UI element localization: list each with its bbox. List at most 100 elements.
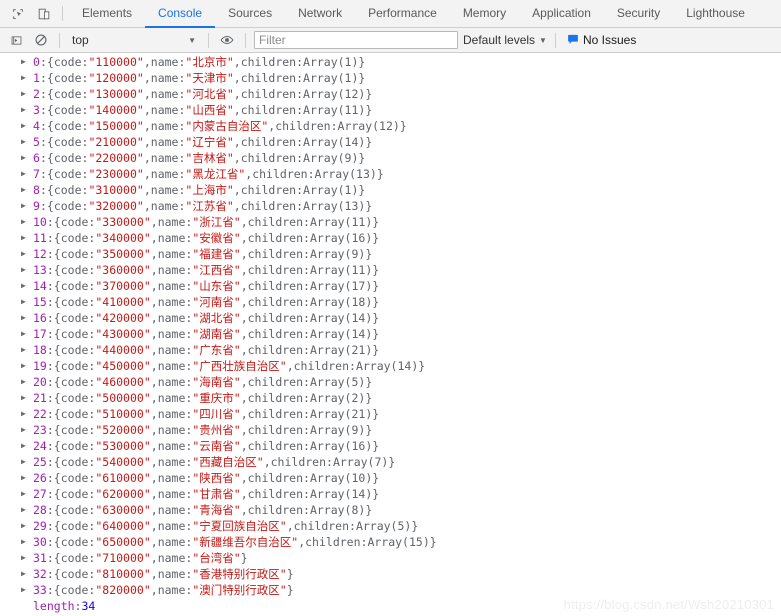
expand-arrow-icon[interactable]: ▶: [21, 454, 33, 470]
expand-arrow-icon[interactable]: ▶: [21, 118, 33, 134]
tab-memory[interactable]: Memory: [450, 0, 519, 28]
console-entry-row[interactable]: ▶ 17: {code: "430000", name: " 湖南省 ", child…: [0, 326, 781, 342]
tab-security[interactable]: Security: [604, 0, 673, 28]
console-entry-row[interactable]: ▶ 18: {code: "440000", name: " 广东省 ", child…: [0, 342, 781, 358]
console-entry-row[interactable]: ▶ 29: {code: "640000", name: " 宁夏回族自治区 ", c…: [0, 518, 781, 534]
console-toolbar: top ▼ Default levels ▼ No Issues: [0, 28, 781, 53]
log-levels-label: Default levels: [463, 33, 536, 47]
expand-arrow-icon[interactable]: ▶: [21, 198, 33, 214]
expand-arrow-icon[interactable]: ▶: [21, 390, 33, 406]
console-entry-row[interactable]: ▶ 19: {code: "450000", name: " 广西壮族自治区 ", c…: [0, 358, 781, 374]
console-entry-row[interactable]: ▶ 21: {code: "500000", name: " 重庆市 ", child…: [0, 390, 781, 406]
inspect-element-icon[interactable]: [8, 4, 28, 24]
expand-arrow-icon[interactable]: ▶: [21, 566, 33, 582]
tab-console[interactable]: Console: [145, 0, 216, 28]
console-entry-row[interactable]: ▶ 27: {code: "620000", name: " 甘肃省 ", child…: [0, 486, 781, 502]
console-entry-row[interactable]: ▶ 10: {code: "330000", name: " 浙江省 ", child…: [0, 214, 781, 230]
expand-arrow-icon[interactable]: ▶: [21, 230, 33, 246]
console-entry-row[interactable]: ▶ 7: {code: "230000", name: " 黑龙江省 ", child…: [0, 166, 781, 182]
expand-arrow-icon[interactable]: ▶: [21, 406, 33, 422]
expand-arrow-icon[interactable]: ▶: [21, 150, 33, 166]
console-entry-row[interactable]: ▶ 9: {code: "320000", name: " 江苏省 ", childr…: [0, 198, 781, 214]
console-entry-row[interactable]: ▶ 13: {code: "360000", name: " 江西省 ", child…: [0, 262, 781, 278]
tab-performance[interactable]: Performance: [355, 0, 450, 28]
devtools-tabbar: Elements Console Sources Network Perform…: [0, 0, 781, 28]
expand-arrow-icon[interactable]: ▶: [21, 182, 33, 198]
console-entry-row[interactable]: ▶ 26: {code: "610000", name: " 陕西省 ", child…: [0, 470, 781, 486]
console-entry-row[interactable]: ▶ 33: {code: "820000", name: " 澳门特别行政区 "}: [0, 582, 781, 598]
expand-arrow-icon[interactable]: ▶: [21, 134, 33, 150]
console-entry-row[interactable]: ▶ 4: {code: "150000", name: " 内蒙古自治区 ", chi…: [0, 118, 781, 134]
expand-arrow-icon[interactable]: ▶: [21, 534, 33, 550]
expand-arrow-icon[interactable]: ▶: [21, 422, 33, 438]
tab-application[interactable]: Application: [519, 0, 604, 28]
execution-context-icon[interactable]: [6, 31, 26, 50]
expand-arrow-icon[interactable]: ▶: [21, 342, 33, 358]
expand-arrow-icon[interactable]: ▶: [21, 550, 33, 566]
console-entry-row[interactable]: ▶ 14: {code: "370000", name: " 山东省 ", child…: [0, 278, 781, 294]
expand-arrow-icon[interactable]: ▶: [21, 54, 33, 70]
console-entry-row[interactable]: ▶ 2: {code: "130000", name: " 河北省 ", childr…: [0, 86, 781, 102]
log-levels-selector[interactable]: Default levels ▼: [463, 33, 547, 47]
devtools-tabs: Elements Console Sources Network Perform…: [69, 0, 758, 28]
expand-arrow-icon[interactable]: ▶: [21, 310, 33, 326]
console-entry-row[interactable]: ▶ 5: {code: "210000", name: " 辽宁省 ", childr…: [0, 134, 781, 150]
execution-context-value: top: [72, 33, 89, 47]
toolbar-separator-4: [554, 32, 556, 48]
expand-arrow-icon[interactable]: ▶: [21, 246, 33, 262]
console-entry-row[interactable]: ▶ 25: {code: "540000", name: " 西藏自治区 ", chi…: [0, 454, 781, 470]
tab-lighthouse[interactable]: Lighthouse: [673, 0, 758, 28]
expand-arrow-icon[interactable]: ▶: [21, 278, 33, 294]
tab-sources-label: Sources: [228, 6, 273, 20]
console-entry-row[interactable]: ▶ 11: {code: "340000", name: " 安徽省 ", child…: [0, 230, 781, 246]
expand-arrow-icon[interactable]: ▶: [21, 486, 33, 502]
console-entry-row[interactable]: ▶ 16: {code: "420000", name: " 湖北省 ", child…: [0, 310, 781, 326]
tab-network[interactable]: Network: [285, 0, 355, 28]
toolbar-separator-3: [245, 32, 246, 48]
console-entry-row[interactable]: ▶ 0: {code: "110000", name: " 北京市 ", childr…: [0, 54, 781, 70]
console-entry-row[interactable]: ▶ 31: {code: "710000", name: " 台湾省 "}: [0, 550, 781, 566]
toolbar-separator-1: [59, 32, 60, 48]
console-entry-row[interactable]: ▶ 32: {code: "810000", name: " 香港特别行政区 "}: [0, 566, 781, 582]
expand-arrow-icon[interactable]: ▶: [21, 358, 33, 374]
filter-input[interactable]: [254, 31, 458, 49]
expand-arrow-icon[interactable]: ▶: [21, 86, 33, 102]
console-entry-list: ▶ 0: {code: "110000", name: " 北京市 ", childr…: [0, 54, 781, 614]
issues-label: No Issues: [582, 33, 637, 47]
console-entry-row[interactable]: ▶ 15: {code: "410000", name: " 河南省 ", child…: [0, 294, 781, 310]
console-entry-row[interactable]: ▶ 23: {code: "520000", name: " 贵州省 ", child…: [0, 422, 781, 438]
tab-elements[interactable]: Elements: [69, 0, 145, 28]
console-entry-row[interactable]: ▶ 8: {code: "310000", name: " 上海市 ", childr…: [0, 182, 781, 198]
console-output[interactable]: ▶ 0: {code: "110000", name: " 北京市 ", childr…: [0, 53, 781, 615]
console-entry-row[interactable]: ▶ 28: {code: "630000", name: " 青海省 ", child…: [0, 502, 781, 518]
clear-console-icon[interactable]: [31, 31, 51, 50]
console-entry-row[interactable]: ▶ 6: {code: "220000", name: " 吉林省 ", childr…: [0, 150, 781, 166]
device-toolbar-icon[interactable]: [34, 4, 54, 24]
expand-arrow-icon[interactable]: ▶: [21, 374, 33, 390]
expand-arrow-icon[interactable]: ▶: [21, 262, 33, 278]
expand-arrow-icon[interactable]: ▶: [21, 70, 33, 86]
console-entry-row[interactable]: ▶ 30: {code: "650000", name: " 新疆维吾尔自治区 ", …: [0, 534, 781, 550]
expand-arrow-icon[interactable]: ▶: [21, 166, 33, 182]
console-entry-row[interactable]: ▶ 24: {code: "530000", name: " 云南省 ", child…: [0, 438, 781, 454]
console-entry-row[interactable]: ▶ 12: {code: "350000", name: " 福建省 ", child…: [0, 246, 781, 262]
watermark: https://blog.csdn.net/Wsh20210301: [563, 597, 774, 612]
expand-arrow-icon[interactable]: ▶: [21, 214, 33, 230]
console-entry-row[interactable]: ▶ 20: {code: "460000", name: " 海南省 ", child…: [0, 374, 781, 390]
execution-context-selector[interactable]: top ▼: [68, 31, 200, 50]
expand-arrow-icon[interactable]: ▶: [21, 294, 33, 310]
expand-arrow-icon[interactable]: ▶: [21, 470, 33, 486]
console-entry-row[interactable]: ▶ 1: {code: "120000", name: " 天津市 ", childr…: [0, 70, 781, 86]
expand-arrow-icon[interactable]: ▶: [21, 326, 33, 342]
live-expression-icon[interactable]: [217, 31, 237, 50]
console-entry-row[interactable]: ▶ 22: {code: "510000", name: " 四川省 ", child…: [0, 406, 781, 422]
expand-arrow-icon[interactable]: ▶: [21, 518, 33, 534]
tab-sources[interactable]: Sources: [215, 0, 285, 28]
expand-arrow-icon[interactable]: ▶: [21, 582, 33, 598]
expand-arrow-icon[interactable]: ▶: [21, 438, 33, 454]
issues-button[interactable]: No Issues: [564, 32, 639, 49]
expand-arrow-icon[interactable]: ▶: [21, 102, 33, 118]
expand-arrow-icon[interactable]: ▶: [21, 502, 33, 518]
console-entry-row[interactable]: ▶ 3: {code: "140000", name: " 山西省 ", childr…: [0, 102, 781, 118]
chevron-down-icon: ▼: [539, 35, 547, 45]
